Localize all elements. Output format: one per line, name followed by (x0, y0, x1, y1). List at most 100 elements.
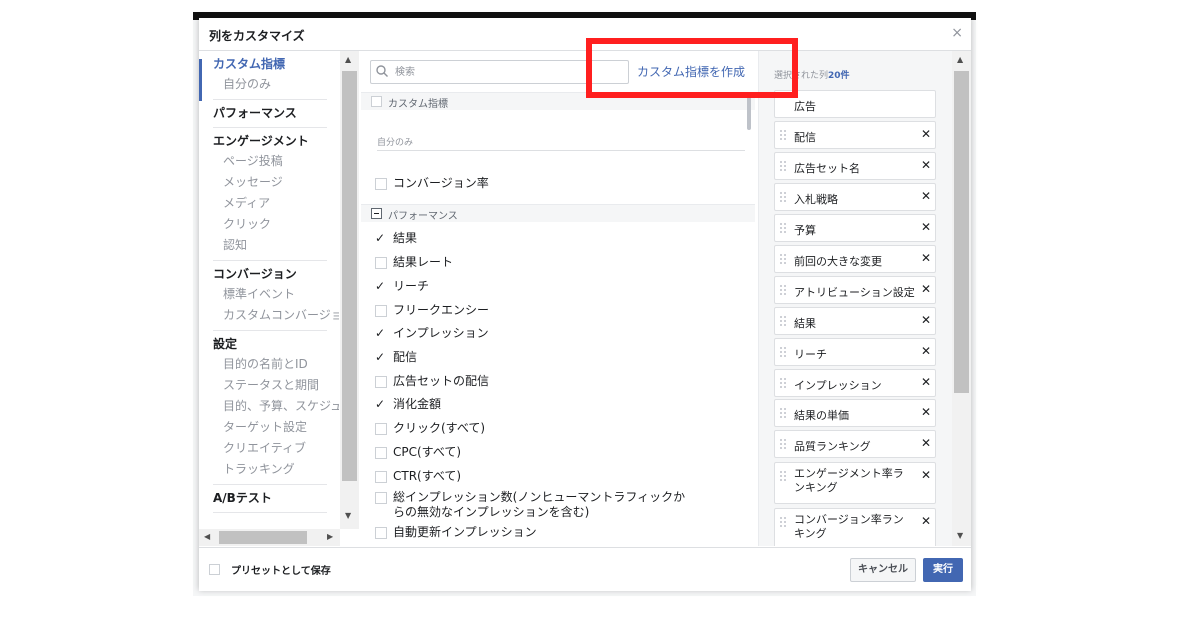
active-indicator (199, 59, 202, 101)
remove-icon[interactable]: ✕ (921, 251, 931, 265)
section-header-performance[interactable]: パフォーマンス (361, 204, 755, 222)
checkmark-icon[interactable]: ✓ (375, 279, 385, 294)
nav-item[interactable]: トラッキング (213, 459, 327, 480)
nav-item[interactable]: 標準イベント (213, 284, 327, 305)
nav-item[interactable]: ページ投稿 (213, 151, 327, 172)
scroll-left-icon[interactable]: ◀ (204, 532, 210, 541)
scroll-up-icon[interactable]: ▲ (345, 55, 351, 64)
drag-handle-icon[interactable] (780, 471, 786, 483)
scroll-down-icon[interactable]: ▼ (957, 531, 963, 540)
checkbox[interactable] (375, 527, 387, 539)
nav-item[interactable]: ステータスと期間 (213, 375, 327, 396)
list-scroll-thumb[interactable] (747, 93, 751, 130)
checkbox[interactable] (375, 305, 387, 317)
remove-icon[interactable]: ✕ (921, 375, 931, 389)
selected-column-label: 結果 (794, 317, 816, 330)
drag-handle-icon[interactable] (780, 439, 786, 451)
drag-handle-icon[interactable] (780, 378, 786, 390)
drag-handle-icon[interactable] (780, 130, 786, 142)
selected-column-label: 結果の単価 (794, 409, 849, 422)
remove-icon[interactable]: ✕ (921, 282, 931, 296)
checkbox[interactable] (375, 471, 387, 483)
selected-column-item[interactable]: 広告 (774, 90, 936, 118)
selected-column-label: エンゲージメント率ランキング (794, 467, 904, 494)
selected-column-item[interactable]: 広告セット名 ✕ (774, 152, 936, 180)
remove-icon[interactable]: ✕ (921, 220, 931, 234)
cancel-button[interactable]: キャンセル (850, 558, 916, 582)
drag-handle-icon[interactable] (780, 223, 786, 235)
scroll-down-icon[interactable]: ▼ (345, 511, 351, 520)
selected-scroll-thumb[interactable] (954, 71, 969, 393)
selected-column-item[interactable]: 結果の単価 ✕ (774, 399, 936, 427)
drag-handle-icon[interactable] (780, 408, 786, 420)
drag-handle-icon[interactable] (780, 316, 786, 328)
remove-icon[interactable]: ✕ (921, 405, 931, 419)
selected-column-item[interactable]: アトリビューション設定 ✕ (774, 276, 936, 304)
selected-column-item[interactable]: 結果 ✕ (774, 307, 936, 335)
nav-group-title[interactable]: 設定 (213, 334, 327, 354)
nav-scrollbar[interactable]: ▲ ▼ (340, 51, 359, 529)
nav-item[interactable]: クリエイティブ (213, 438, 327, 459)
nav-item[interactable]: 目的の名前とID (213, 354, 327, 375)
remove-icon[interactable]: ✕ (921, 468, 931, 482)
remove-icon[interactable]: ✕ (921, 189, 931, 203)
save-preset-label[interactable]: プリセットとして保存 (231, 562, 331, 577)
nav-item[interactable]: 認知 (213, 235, 327, 256)
checkbox[interactable] (375, 178, 387, 190)
drag-handle-icon[interactable] (780, 254, 786, 266)
selected-column-item[interactable]: 入札戦略 ✕ (774, 183, 936, 211)
checkbox[interactable] (375, 447, 387, 459)
selected-column-item[interactable]: コンバージョン率ランキング ✕ (774, 508, 936, 546)
selected-column-item[interactable]: 配信 ✕ (774, 121, 936, 149)
close-icon[interactable]: × (951, 25, 963, 41)
remove-icon[interactable]: ✕ (921, 344, 931, 358)
checkbox[interactable] (375, 257, 387, 269)
checkmark-icon[interactable]: ✓ (375, 397, 385, 412)
checkmark-icon[interactable]: ✓ (375, 326, 385, 341)
nav-hscroll-thumb[interactable] (219, 531, 307, 544)
nav-group-title[interactable]: コンバージョン (213, 264, 327, 284)
selected-column-item[interactable]: インプレッション ✕ (774, 369, 936, 397)
checkmark-icon[interactable]: ✓ (375, 231, 385, 246)
checkmark-icon[interactable]: ✓ (375, 350, 385, 365)
nav-group-title[interactable]: パフォーマンス (213, 103, 327, 123)
selected-column-item[interactable]: リーチ ✕ (774, 338, 936, 366)
scroll-right-icon[interactable]: ▶ (327, 532, 333, 541)
checkbox[interactable] (375, 423, 387, 435)
section-checkbox[interactable] (371, 96, 382, 107)
nav-item[interactable]: 目的、予算、スケジュール (213, 396, 339, 417)
drag-handle-icon[interactable] (780, 285, 786, 297)
nav-item[interactable]: メディア (213, 193, 327, 214)
drag-handle-icon[interactable] (780, 517, 786, 529)
run-button[interactable]: 実行 (923, 558, 963, 582)
checkbox[interactable] (375, 376, 387, 388)
nav-group-title[interactable]: エンゲージメント (213, 131, 327, 151)
selected-column-item[interactable]: 予算 ✕ (774, 214, 936, 242)
remove-icon[interactable]: ✕ (921, 313, 931, 327)
checkbox[interactable] (375, 492, 387, 504)
scroll-up-icon[interactable]: ▲ (957, 55, 963, 64)
nav-group-title[interactable]: A/Bテスト (213, 488, 327, 508)
collapse-icon[interactable] (371, 208, 382, 219)
nav-item[interactable]: 自分のみ (213, 74, 327, 95)
drag-handle-icon[interactable] (780, 347, 786, 359)
selected-scrollbar[interactable]: ▲ ▼ (952, 51, 971, 546)
save-preset-checkbox[interactable] (209, 564, 220, 575)
nav-item[interactable]: ターゲット設定 (213, 417, 327, 438)
nav-item[interactable]: メッセージ (213, 172, 327, 193)
selected-column-item[interactable]: 前回の大きな変更 ✕ (774, 245, 936, 273)
nav-group-title[interactable]: カスタム指標 (213, 54, 327, 74)
selected-column-item[interactable]: 品質ランキング ✕ (774, 430, 936, 458)
remove-icon[interactable]: ✕ (921, 436, 931, 450)
drag-handle-icon[interactable] (780, 192, 786, 204)
remove-icon[interactable]: ✕ (921, 514, 931, 528)
nav-scroll-thumb[interactable] (342, 71, 357, 481)
selected-column-item[interactable]: エンゲージメント率ランキング ✕ (774, 462, 936, 504)
drag-handle-icon[interactable] (780, 161, 786, 173)
nav-horizontal-scrollbar[interactable]: ◀ ▶ (199, 529, 340, 546)
nav-item[interactable]: カスタムコンバージョン (213, 305, 339, 326)
nav-item[interactable]: クリック (213, 214, 327, 235)
remove-icon[interactable]: ✕ (921, 127, 931, 141)
highlight-box (586, 38, 798, 98)
remove-icon[interactable]: ✕ (921, 158, 931, 172)
